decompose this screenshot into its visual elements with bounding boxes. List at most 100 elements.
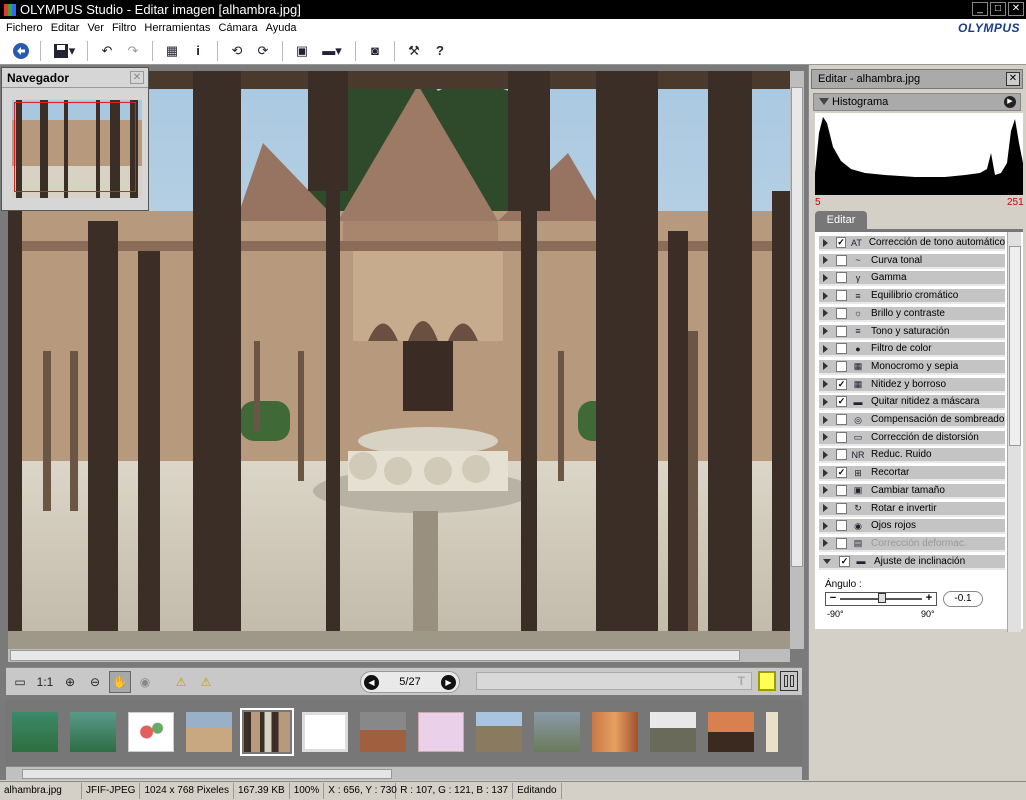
image-vertical-scrollbar[interactable] bbox=[790, 71, 804, 649]
thumbnail[interactable] bbox=[128, 712, 174, 752]
thumbnail[interactable] bbox=[418, 712, 464, 752]
warning-icon[interactable]: ⚠ bbox=[170, 671, 192, 693]
rotate-left-icon[interactable]: ⟲ bbox=[226, 40, 248, 62]
expand-right-icon[interactable] bbox=[823, 397, 828, 406]
hand-tool-icon[interactable]: ✋ bbox=[109, 670, 131, 693]
edit-item[interactable]: ✓ AT Corrección de tono automático bbox=[819, 236, 1005, 251]
edit-item-checkbox[interactable] bbox=[836, 520, 847, 532]
properties-icon[interactable]: ▦ bbox=[161, 40, 183, 62]
expand-right-icon[interactable] bbox=[823, 468, 828, 477]
edit-item-checkbox[interactable]: ✓ bbox=[836, 237, 847, 248]
expand-right-icon[interactable] bbox=[823, 539, 828, 548]
edit-panel-close-icon[interactable]: ✕ bbox=[1006, 72, 1020, 86]
next-image-button[interactable]: ▶ bbox=[440, 674, 456, 690]
navigator-preview[interactable] bbox=[12, 100, 142, 198]
expand-right-icon[interactable] bbox=[823, 415, 828, 424]
thumbnail[interactable] bbox=[766, 712, 778, 752]
expand-right-icon[interactable] bbox=[823, 344, 828, 353]
undo-icon[interactable]: ↶ bbox=[96, 40, 118, 62]
expand-right-icon[interactable] bbox=[823, 504, 828, 512]
edit-item-checkbox[interactable] bbox=[836, 325, 847, 337]
menu-ayuda[interactable]: Ayuda bbox=[266, 22, 297, 34]
slider-handle[interactable] bbox=[878, 593, 886, 603]
edit-item-checkbox[interactable] bbox=[836, 343, 847, 355]
angle-value-field[interactable]: -0.1 bbox=[943, 591, 983, 607]
actual-size-button[interactable]: 1:1 bbox=[34, 671, 56, 693]
image-horizontal-scrollbar[interactable] bbox=[8, 649, 790, 662]
expand-right-icon[interactable] bbox=[823, 450, 828, 459]
thumbnail-selected[interactable] bbox=[240, 708, 294, 756]
expand-right-icon[interactable] bbox=[823, 327, 828, 335]
tools-icon[interactable]: ⚒ bbox=[403, 40, 425, 62]
zoom-in-icon[interactable]: ⊕ bbox=[59, 671, 81, 693]
thumbnail[interactable] bbox=[186, 712, 232, 752]
expand-right-icon[interactable] bbox=[823, 291, 828, 300]
thumbnail[interactable] bbox=[476, 712, 522, 752]
edit-item-checkbox[interactable] bbox=[836, 484, 847, 496]
expand-right-icon[interactable] bbox=[823, 486, 828, 495]
histogram-options-icon[interactable]: ▶ bbox=[1004, 96, 1016, 108]
menu-editar[interactable]: Editar bbox=[51, 22, 80, 34]
maximize-button[interactable]: □ bbox=[990, 2, 1006, 16]
expand-right-icon[interactable] bbox=[823, 362, 828, 371]
highlight-warning-icon[interactable]: ⚠ bbox=[195, 671, 217, 693]
edit-item[interactable]: ☼ Brillo y contraste bbox=[819, 306, 1005, 322]
edit-item[interactable]: ≡ Tono y saturación bbox=[819, 324, 1005, 340]
camera-icon[interactable]: ◙ bbox=[364, 40, 386, 62]
edit-item[interactable]: ↻ Rotar e invertir bbox=[819, 501, 1005, 517]
edit-item-checkbox[interactable] bbox=[836, 360, 847, 372]
edit-item[interactable]: ◉ Ojos rojos bbox=[819, 519, 1005, 535]
edit-item[interactable]: ✓ ⊞ Recortar bbox=[819, 466, 1005, 482]
edit-item-checkbox[interactable]: ✓ bbox=[839, 555, 850, 567]
expand-down-icon[interactable] bbox=[823, 558, 831, 564]
edit-item-checkbox[interactable] bbox=[836, 414, 847, 425]
edit-item[interactable]: ▤ Corrección deformac. bbox=[819, 536, 1005, 552]
angle-slider[interactable]: − + bbox=[825, 592, 937, 606]
menu-filtro[interactable]: Filtro bbox=[112, 22, 136, 34]
edit-item[interactable]: ▦ Monocromo y sepia bbox=[819, 359, 1005, 375]
edit-item[interactable]: ✓ ▦ Nitidez y borroso bbox=[819, 377, 1005, 393]
edit-item-checkbox[interactable] bbox=[836, 431, 847, 443]
edit-item-checkbox[interactable]: ✓ bbox=[836, 378, 847, 390]
expand-right-icon[interactable] bbox=[823, 256, 828, 265]
thumbnail[interactable] bbox=[302, 712, 348, 752]
edit-item[interactable]: ~ Curva tonal bbox=[819, 253, 1005, 269]
thumbnail[interactable] bbox=[12, 712, 58, 752]
thumbnail[interactable] bbox=[534, 712, 580, 752]
help-icon[interactable]: ? bbox=[429, 40, 451, 62]
expand-right-icon[interactable] bbox=[823, 433, 828, 442]
edit-list-scrollbar[interactable] bbox=[1007, 232, 1021, 632]
menu-fichero[interactable]: Fichero bbox=[6, 22, 43, 34]
edit-item[interactable]: ▭ Corrección de distorsión bbox=[819, 430, 1005, 446]
edit-item[interactable]: ✓ ▬ Ajuste de inclinación bbox=[819, 554, 1005, 570]
edit-item-checkbox[interactable] bbox=[836, 272, 847, 284]
menu-camara[interactable]: Cámara bbox=[218, 22, 257, 34]
thumbnail[interactable] bbox=[70, 712, 116, 752]
thumbnail[interactable] bbox=[592, 712, 638, 752]
back-icon[interactable] bbox=[10, 40, 32, 62]
edit-item[interactable]: ✓ ▬ Quitar nitidez a máscara bbox=[819, 395, 1005, 411]
edit-item-checkbox[interactable] bbox=[836, 307, 847, 319]
expand-right-icon[interactable] bbox=[823, 380, 828, 389]
increase-icon[interactable]: + bbox=[922, 593, 936, 605]
decrease-icon[interactable]: − bbox=[826, 593, 840, 605]
edit-item[interactable]: ≡ Equilibrio cromático bbox=[819, 289, 1005, 305]
edit-item-checkbox[interactable] bbox=[836, 449, 847, 461]
expand-right-icon[interactable] bbox=[823, 521, 828, 530]
save-icon[interactable]: ▾ bbox=[49, 40, 79, 62]
edit-item-checkbox[interactable] bbox=[836, 254, 847, 266]
expand-right-icon[interactable] bbox=[823, 238, 828, 247]
caption-field[interactable]: T bbox=[476, 672, 752, 690]
slideshow-icon[interactable]: ▣ bbox=[291, 40, 313, 62]
edit-item-checkbox[interactable] bbox=[836, 502, 847, 514]
edit-item[interactable]: ◎ Compensación de sombreado bbox=[819, 413, 1005, 428]
filmstrip-scrollbar[interactable] bbox=[6, 766, 802, 780]
single-view-button[interactable] bbox=[758, 671, 776, 691]
redo-icon[interactable]: ↷ bbox=[122, 40, 144, 62]
expand-right-icon[interactable] bbox=[823, 273, 828, 282]
edit-item-checkbox[interactable] bbox=[836, 537, 847, 549]
info-icon[interactable]: i bbox=[187, 40, 209, 62]
fit-window-icon[interactable]: ▭ bbox=[9, 671, 31, 693]
menu-ver[interactable]: Ver bbox=[87, 22, 104, 34]
thumbnail[interactable] bbox=[708, 712, 754, 752]
